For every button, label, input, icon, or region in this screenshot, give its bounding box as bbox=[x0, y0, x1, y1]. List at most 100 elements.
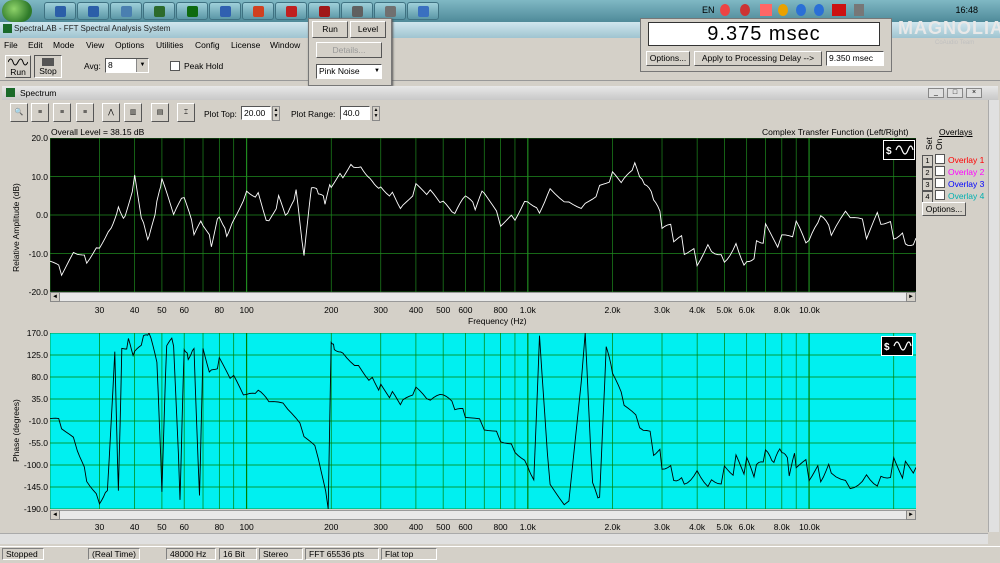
details-button[interactable]: Details... bbox=[316, 42, 382, 58]
overlay-copy-icon[interactable]: ≡ bbox=[31, 103, 49, 122]
peak-hold-checkbox[interactable] bbox=[170, 61, 180, 71]
taskbar-explorer-button[interactable] bbox=[44, 2, 76, 20]
taskbar-clock[interactable]: 16:48 bbox=[955, 5, 978, 15]
window-horizontal-scrollbar[interactable] bbox=[0, 533, 988, 544]
menu-edit[interactable]: Edit bbox=[28, 40, 43, 50]
x-tick-label: 200 bbox=[324, 305, 339, 315]
overlay-on-checkbox[interactable] bbox=[935, 178, 945, 188]
tray-icon[interactable] bbox=[720, 4, 730, 16]
y-tick-label: -10.0 bbox=[28, 416, 48, 426]
start-button[interactable] bbox=[2, 0, 32, 22]
x-tick-label: 8.0k bbox=[773, 305, 790, 315]
menu-license[interactable]: License bbox=[231, 40, 260, 50]
monitor-icon bbox=[187, 6, 198, 17]
x-tick-label: 300 bbox=[373, 305, 388, 315]
y-tick-label: 20.0 bbox=[31, 133, 48, 143]
generator-run-button[interactable]: Run bbox=[312, 21, 348, 38]
phase-scrollbar[interactable] bbox=[50, 510, 916, 520]
spectrum-titlebar bbox=[2, 86, 998, 100]
cursor-icon[interactable]: ⌶ bbox=[177, 103, 195, 122]
overlay-label: Overlay 3 bbox=[948, 179, 985, 189]
applied-delay-field[interactable]: 9.350 msec bbox=[826, 51, 884, 66]
apply-delay-button[interactable]: Apply to Processing Delay --> bbox=[694, 51, 822, 66]
phase-y-title: Phase (degrees) bbox=[11, 399, 21, 462]
taskbar-chrome-button[interactable] bbox=[242, 2, 274, 20]
amplitude-scrollbar[interactable] bbox=[50, 292, 916, 302]
menu-config[interactable]: Config bbox=[195, 40, 220, 50]
plot-top-input[interactable]: 20.00 bbox=[241, 106, 271, 120]
menu-view[interactable]: View bbox=[86, 40, 104, 50]
flag-icon[interactable] bbox=[760, 4, 772, 16]
stop-button[interactable]: Stop bbox=[34, 55, 62, 78]
language-indicator[interactable]: EN bbox=[702, 5, 715, 15]
tray-icon[interactable] bbox=[796, 4, 806, 16]
app-title: SpectraLAB - FFT Spectral Analysis Syste… bbox=[14, 24, 171, 33]
overlay-on-checkbox[interactable] bbox=[935, 166, 945, 176]
scroll-right-arrow[interactable]: ► bbox=[906, 292, 916, 302]
avg-select[interactable]: 8 ▼ bbox=[105, 58, 149, 73]
x-tick-label: 500 bbox=[436, 522, 451, 532]
scroll-left-arrow[interactable]: ◄ bbox=[50, 510, 60, 520]
app6-icon bbox=[220, 6, 231, 17]
plot-top-label: Plot Top: bbox=[204, 109, 237, 119]
window-vertical-scrollbar[interactable] bbox=[988, 100, 999, 532]
taskbar-app8-button[interactable] bbox=[275, 2, 307, 20]
overlay-clear-icon[interactable]: ≡ bbox=[53, 103, 71, 122]
tray-icon[interactable] bbox=[814, 4, 824, 16]
taskbar-app6-button[interactable] bbox=[209, 2, 241, 20]
menu-mode[interactable]: Mode bbox=[53, 40, 74, 50]
chevron-down-icon[interactable]: ▼ bbox=[136, 59, 148, 72]
table-icon[interactable]: ▤ bbox=[151, 103, 169, 122]
plot-top-spinner[interactable]: ▲ ▼ bbox=[272, 106, 280, 121]
x-tick-label: 80 bbox=[214, 522, 225, 532]
transfer-function-label: Complex Transfer Function (Left/Right) bbox=[762, 127, 909, 137]
x-tick-label: 8.0k bbox=[773, 522, 790, 532]
run-button[interactable]: Run bbox=[5, 55, 31, 78]
amplitude-chart[interactable] bbox=[50, 138, 916, 292]
menu-window[interactable]: Window bbox=[270, 40, 300, 50]
x-tick-label: 4.0k bbox=[689, 522, 706, 532]
taskbar-monitor-button[interactable] bbox=[176, 2, 208, 20]
menu-options[interactable]: Options bbox=[115, 40, 144, 50]
explorer-icon bbox=[55, 6, 66, 17]
line-plot-icon[interactable]: ⋀ bbox=[102, 103, 120, 122]
overlay-on-checkbox[interactable] bbox=[935, 154, 945, 164]
overlay-clear-all-icon[interactable]: ≡ bbox=[76, 103, 94, 122]
svg-text:$: $ bbox=[884, 342, 890, 353]
plot-range-spinner[interactable]: ▲ ▼ bbox=[372, 106, 380, 121]
plot-range-input[interactable]: 40.0 bbox=[340, 106, 370, 120]
scroll-right-arrow[interactable]: ► bbox=[906, 510, 916, 520]
taskbar-network-button[interactable] bbox=[110, 2, 142, 20]
menu-file[interactable]: File bbox=[4, 40, 18, 50]
taskbar-floppy-button[interactable] bbox=[77, 2, 109, 20]
x-tick-label: 100 bbox=[239, 522, 254, 532]
network-icon[interactable] bbox=[854, 4, 864, 16]
x-tick-label: 6.0k bbox=[738, 305, 755, 315]
status-window-type: Flat top bbox=[381, 548, 437, 560]
overlay-options-button[interactable]: Options... bbox=[922, 202, 966, 216]
zoom-icon[interactable]: 🔍 bbox=[10, 103, 28, 122]
scroll-left-arrow[interactable]: ◄ bbox=[50, 292, 60, 302]
sine-wave-icon: $ bbox=[886, 145, 914, 157]
app9-icon bbox=[319, 6, 330, 17]
delay-options-button[interactable]: Options... bbox=[646, 51, 690, 66]
bar-plot-icon[interactable]: ▥ bbox=[124, 103, 142, 122]
tray-icon[interactable] bbox=[740, 4, 750, 16]
app10-icon bbox=[352, 6, 363, 17]
minimize-button[interactable]: _ bbox=[928, 88, 944, 98]
taskbar-game-button[interactable] bbox=[143, 2, 175, 20]
overlay-on-checkbox[interactable] bbox=[935, 190, 945, 200]
generator-level-button[interactable]: Level bbox=[350, 21, 386, 38]
menu-utilities[interactable]: Utilities bbox=[156, 40, 183, 50]
close-button[interactable]: × bbox=[966, 88, 982, 98]
taskbar-window12-button[interactable] bbox=[407, 2, 439, 20]
phase-chart[interactable] bbox=[50, 333, 916, 509]
tray-icon[interactable] bbox=[778, 4, 788, 16]
x-tick-label: 200 bbox=[324, 522, 339, 532]
x-tick-label: 800 bbox=[493, 305, 508, 315]
maximize-button[interactable]: □ bbox=[947, 88, 963, 98]
noise-type-select[interactable]: Pink Noise ▼ bbox=[316, 64, 382, 79]
tray-icon[interactable] bbox=[832, 4, 846, 16]
watermark-subtext: CoAudio Team bbox=[935, 40, 975, 46]
sine-wave-icon bbox=[8, 58, 28, 66]
